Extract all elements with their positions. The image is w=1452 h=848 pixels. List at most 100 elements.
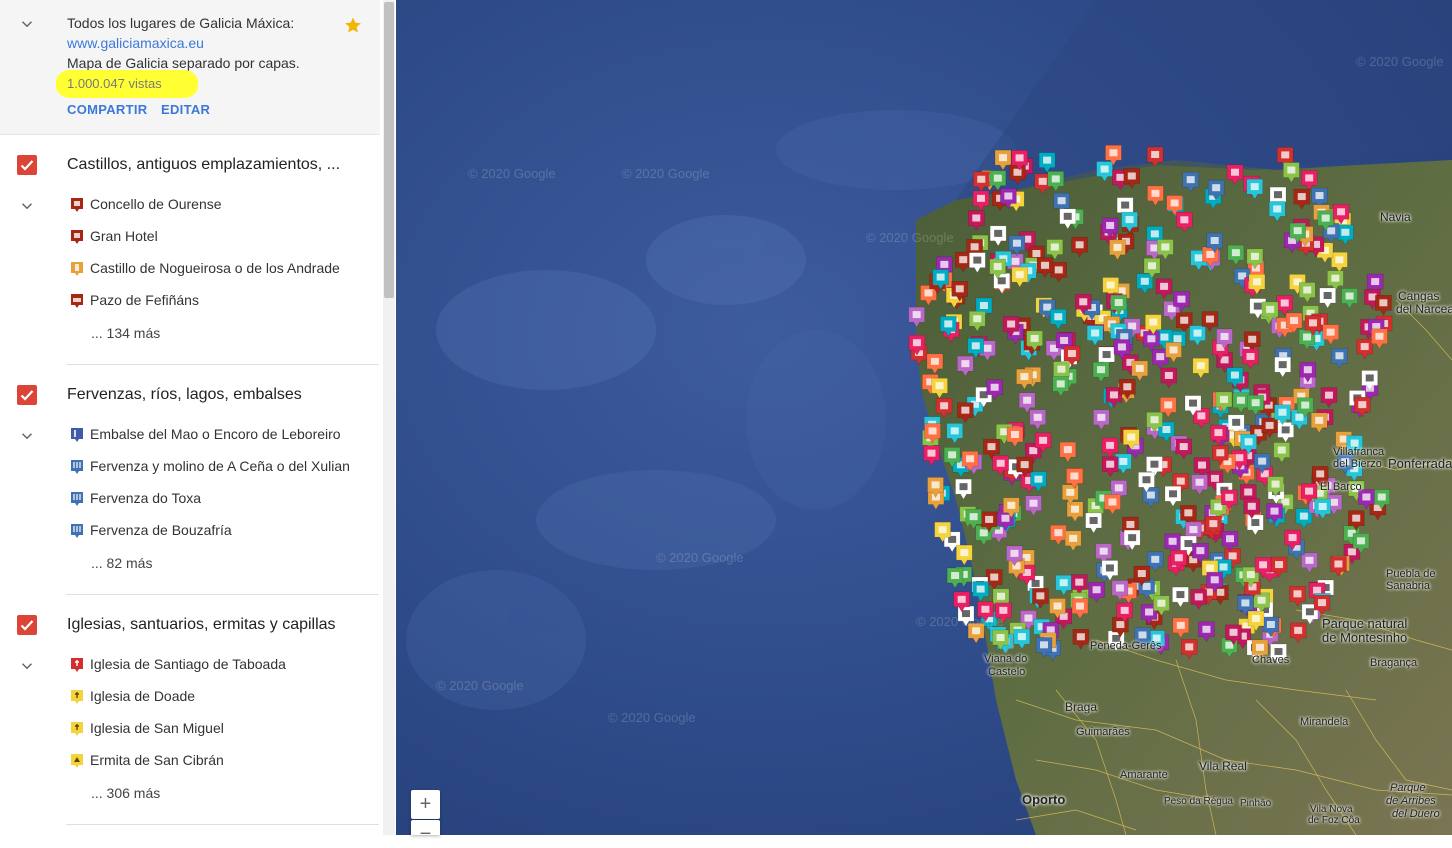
layer-3-item-2[interactable]: Iglesia de Doade: [70, 687, 360, 707]
map-label: Sanabria: [1386, 580, 1431, 592]
star-icon[interactable]: [344, 16, 362, 34]
layer-2-item-2[interactable]: Fervenza y molino de A Ceña o del Xulian: [70, 457, 360, 477]
layer-3-item-3[interactable]: Iglesia de San Miguel: [70, 719, 360, 739]
map-marker-glyph: [1257, 596, 1266, 604]
map-marker-glyph: [1173, 335, 1182, 343]
map-marker-glyph: [1225, 493, 1234, 501]
map-marker-glyph: [1128, 322, 1137, 330]
map-marker-glyph: [1210, 474, 1219, 482]
zoom-out-button[interactable]: −: [411, 820, 440, 845]
layer-3-more-link[interactable]: ... 306 más: [91, 785, 160, 801]
layer-3-item-4[interactable]: Ermita de San Cibrán: [70, 751, 360, 771]
layer-2-title[interactable]: Fervenzas, ríos, lagos, embalses: [67, 386, 302, 404]
layer-3-checkbox[interactable]: [17, 615, 37, 635]
map-label: Viana do: [984, 653, 1028, 665]
map-marker-glyph: [1250, 183, 1259, 191]
map-label: Vila Nova: [1310, 804, 1353, 815]
map-marker-glyph: [1127, 172, 1136, 180]
layer-1-checkbox[interactable]: [17, 155, 37, 175]
layer-2-item-3[interactable]: Fervenza do Toxa: [70, 489, 360, 509]
share-button[interactable]: COMPARTIR: [67, 102, 147, 117]
map-url-link[interactable]: www.galiciamaxica.eu: [67, 35, 204, 51]
map-label: Bragança: [1370, 657, 1418, 669]
map-marker-glyph: [990, 573, 999, 581]
map-marker-glyph: [1051, 175, 1060, 183]
zoom-in-button[interactable]: +: [411, 790, 440, 819]
map-marker-glyph: [1123, 383, 1132, 391]
map-marker-glyph: [1287, 166, 1296, 174]
map-marker-glyph: [1281, 151, 1290, 159]
map-marker-glyph: [977, 175, 986, 183]
edit-button[interactable]: EDITAR: [161, 102, 210, 117]
layer-1-title[interactable]: Castillos, antiguos emplazamientos, ...: [67, 156, 340, 174]
map-marker-glyph: [1125, 216, 1134, 224]
layer-2-item-4[interactable]: Fervenza de Bouzafría: [70, 521, 360, 541]
map-marker-glyph: [993, 263, 1002, 271]
layers-sidebar: Todos los lugares de Galicia Máxica: www…: [0, 0, 397, 835]
map-marker-glyph: [1251, 519, 1260, 527]
map-marker-glyph: [976, 585, 985, 593]
layer-1-item-2[interactable]: Gran Hotel: [70, 227, 360, 247]
map-marker-glyph: [931, 481, 940, 489]
list-item-label: Iglesia de Santiago de Taboada: [90, 656, 286, 672]
map-marker-glyph: [1007, 501, 1016, 509]
layer-1-item-1[interactable]: Concello de Ourense: [70, 195, 360, 215]
map-marker-glyph: [1206, 564, 1215, 572]
map-marker-glyph: [1109, 149, 1118, 157]
map-marker-glyph: [1036, 592, 1045, 600]
map-marker-glyph: [1147, 262, 1156, 270]
map-marker-glyph: [1375, 332, 1384, 340]
layer-1-item-3[interactable]: Castillo de Nogueirosa o de los Andrade: [70, 259, 360, 279]
map-marker-glyph: [1266, 305, 1275, 313]
map-marker-glyph: [1246, 571, 1255, 579]
map-label: Oporto: [1022, 792, 1066, 807]
map-marker-glyph: [1135, 364, 1144, 372]
map-marker-glyph: [1060, 336, 1069, 344]
map-marker-glyph: [1091, 329, 1100, 337]
checkmark-icon: [20, 390, 34, 401]
map-marker-glyph: [1379, 299, 1388, 307]
map-marker-glyph: [935, 382, 944, 390]
layer-3-expand-button[interactable]: [18, 657, 36, 675]
map-marker-glyph: [1315, 192, 1324, 200]
layer-2-more-link[interactable]: ... 82 más: [91, 555, 152, 571]
map-marker-glyph: [1334, 560, 1343, 568]
map-marker-glyph: [1121, 201, 1130, 209]
map-marker-glyph: [1318, 502, 1327, 510]
map-canvas[interactable]: © 2020 Google © 2020 Google © 2020 Googl…: [396, 0, 1452, 835]
map-marker-glyph: [1097, 366, 1106, 374]
map-title: Todos los lugares de Galicia Máxica:: [67, 15, 295, 31]
map-marker-glyph: [996, 592, 1005, 600]
map-watermark: © 2020 Google: [436, 678, 524, 693]
map-marker-glyph: [924, 289, 933, 297]
layer-2-expand-button[interactable]: [18, 427, 36, 445]
map-marker-glyph: [1150, 460, 1159, 468]
map-marker-glyph: [1347, 548, 1356, 556]
map-marker-glyph: [1012, 239, 1021, 247]
map-marker-glyph: [1230, 371, 1239, 379]
map-marker-glyph: [1127, 433, 1136, 441]
layer-1-more-link[interactable]: ... 134 más: [91, 325, 160, 341]
layer-1-item-4[interactable]: Pazo de Fefiñáns: [70, 291, 360, 311]
map-marker-glyph: [1212, 184, 1221, 192]
collapse-header-button[interactable]: [18, 15, 36, 33]
map-marker-glyph: [1156, 353, 1165, 361]
layer-2-checkbox[interactable]: [17, 385, 37, 405]
map-marker-glyph: [1270, 507, 1279, 515]
map-marker-glyph: [1033, 413, 1042, 421]
map-marker-glyph: [1057, 365, 1066, 373]
layer-3-item-1[interactable]: Iglesia de Santiago de Taboada: [70, 655, 360, 675]
map-marker-glyph: [1177, 295, 1186, 303]
map-marker-glyph: [981, 605, 990, 613]
map-label: El Barco: [1320, 481, 1362, 493]
map-marker-glyph: [1313, 586, 1322, 594]
map-marker-glyph: [1288, 534, 1297, 542]
layer-2-item-1[interactable]: Embalse del Mao o Encoro de Leboreiro: [70, 425, 360, 445]
scrollbar-thumb[interactable]: [384, 2, 394, 298]
map-marker-glyph: [1126, 520, 1135, 528]
map-marker-glyph: [1092, 586, 1101, 594]
map-marker-glyph: [1303, 366, 1312, 374]
map-marker-glyph: [1029, 447, 1038, 455]
layer-1-expand-button[interactable]: [18, 197, 36, 215]
layer-3-title[interactable]: Iglesias, santuarios, ermitas y capillas: [67, 616, 336, 634]
